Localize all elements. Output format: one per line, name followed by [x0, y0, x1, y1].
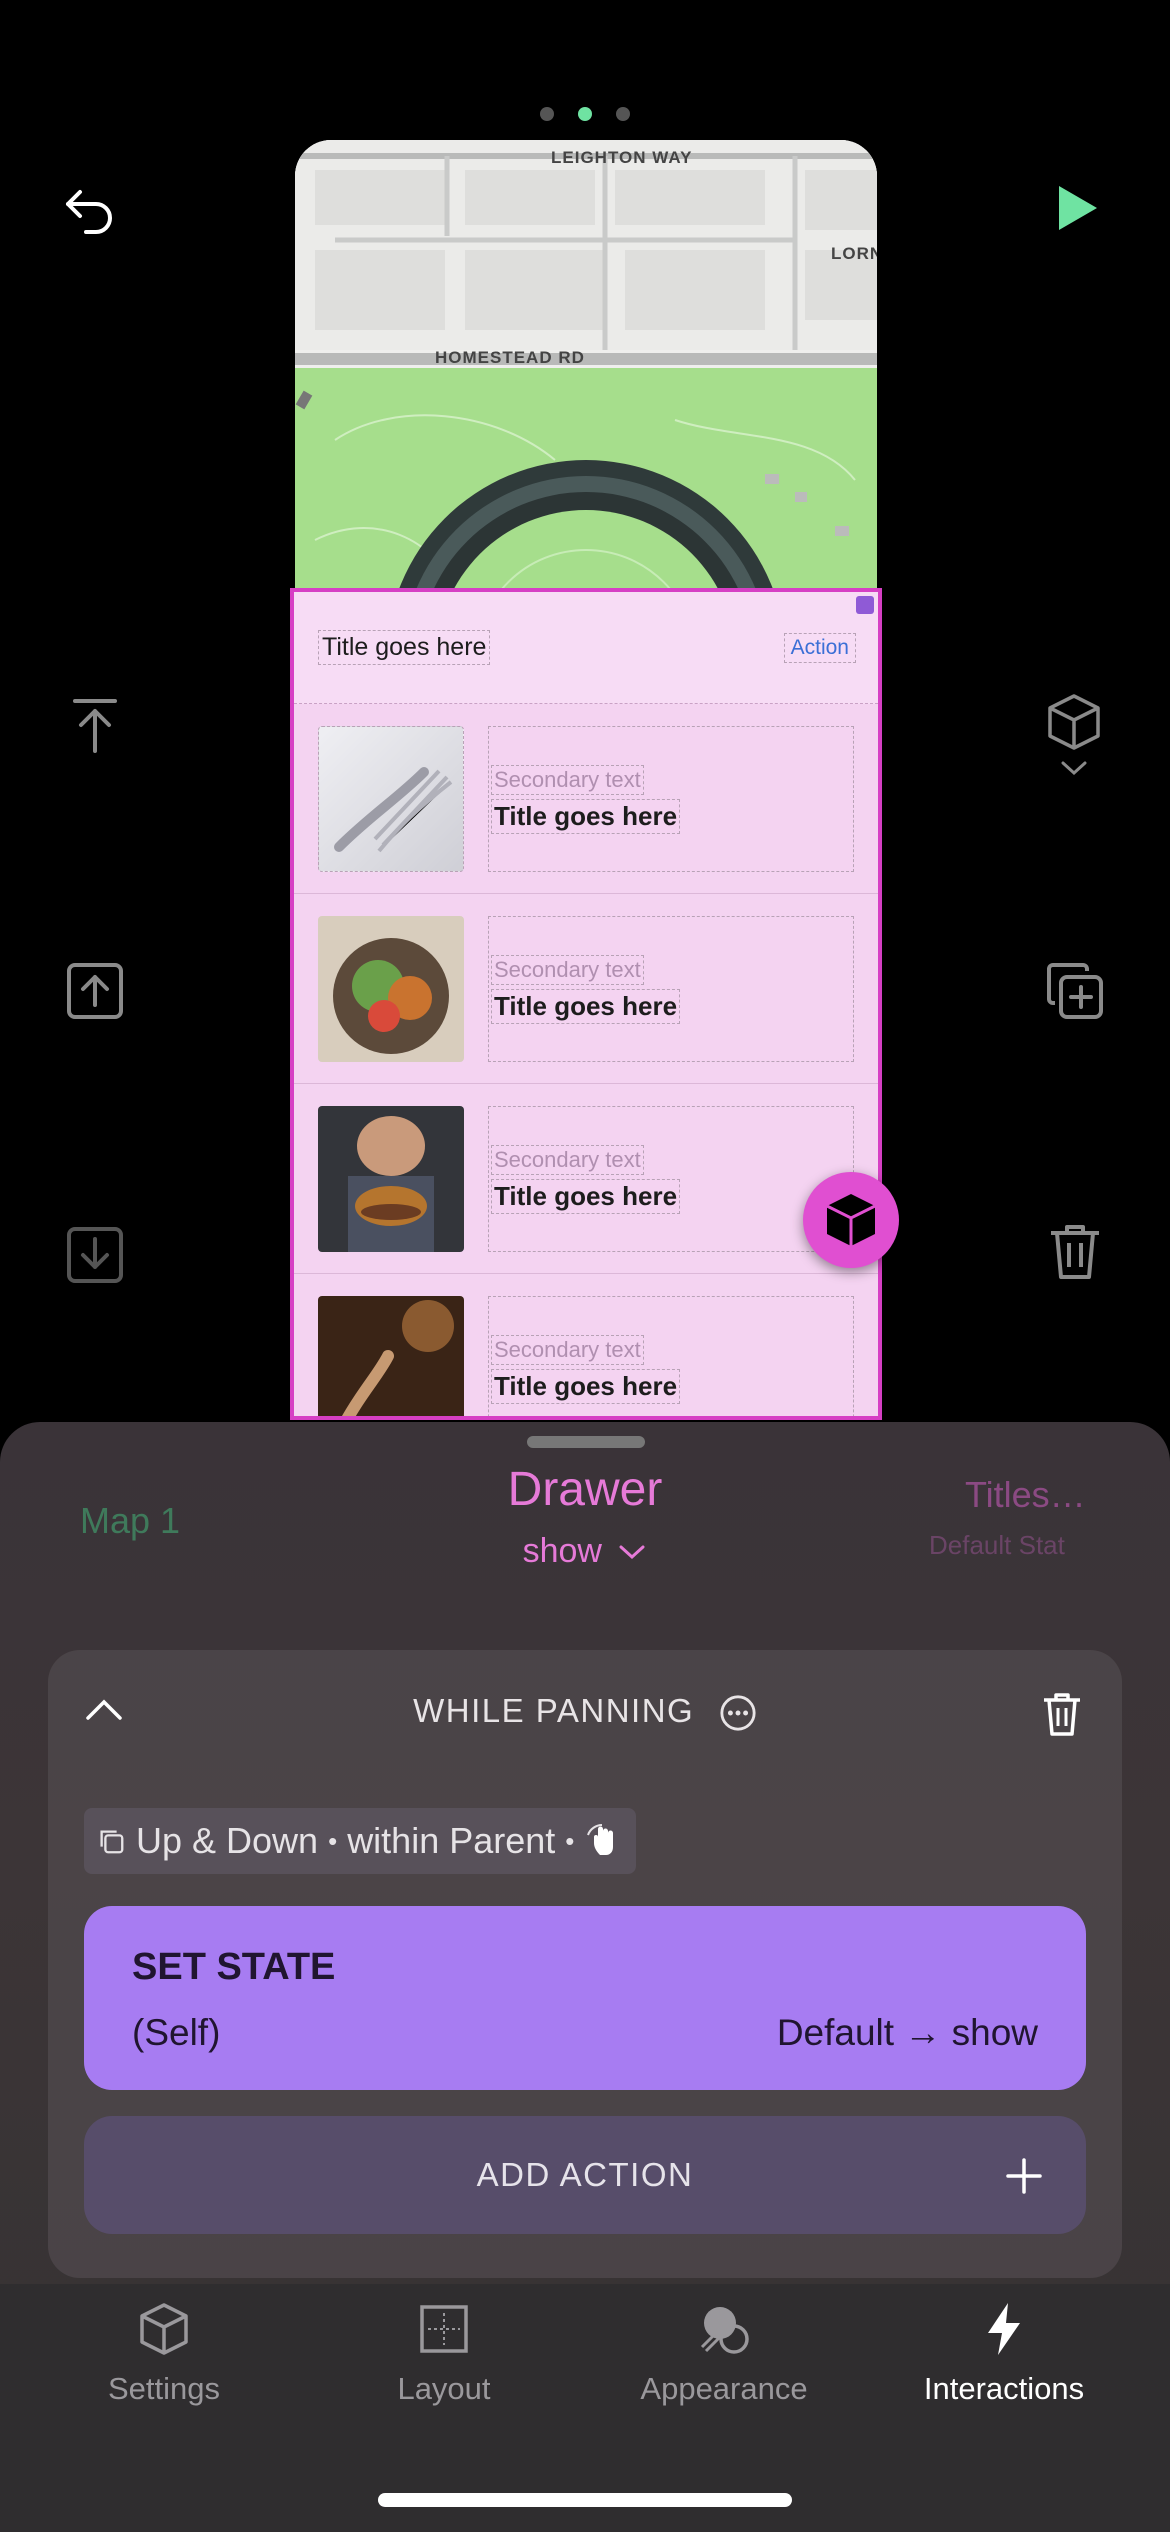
map-illustration [295, 140, 877, 590]
list-item[interactable]: Secondary text Title goes here [294, 894, 878, 1084]
trigger-label: WHILE PANNING [413, 1692, 695, 1729]
action-title: SET STATE [132, 1946, 336, 1988]
map-street-label: LEIGHTON WAY [551, 148, 693, 167]
list-item[interactable]: Secondary text Title goes here [294, 1274, 878, 1416]
component-fab[interactable] [803, 1172, 899, 1268]
list-item-secondary: Secondary text [491, 1144, 644, 1175]
trash-icon [1044, 1693, 1080, 1736]
list-item[interactable]: Secondary text Title goes here [294, 1084, 878, 1274]
list-item-title: Title goes here [491, 988, 681, 1024]
align-top-button[interactable] [60, 690, 130, 760]
plus-icon [1006, 2158, 1042, 2194]
list-item-text: Secondary text Title goes here [488, 1296, 854, 1416]
play-icon [1059, 186, 1097, 230]
more-options-icon[interactable] [719, 1694, 757, 1732]
list-item-title: Title goes here [491, 1178, 681, 1214]
component-button[interactable] [1036, 690, 1112, 800]
list-item-text: Secondary text Title goes here [488, 916, 854, 1062]
undo-button[interactable] [55, 175, 125, 245]
add-action-button[interactable]: ADD ACTION [84, 2116, 1086, 2234]
cube-icon [140, 2303, 188, 2355]
list-item-text: Secondary text Title goes here [488, 1106, 854, 1252]
map-street-label: HOMESTEAD RD [435, 348, 585, 367]
map-view[interactable]: LEIGHTON WAY HOMESTEAD RD LORN [295, 140, 877, 590]
page-dot-active[interactable] [578, 107, 592, 121]
tab-label: Interactions [923, 2371, 1085, 2406]
delete-interaction-button[interactable] [1040, 1690, 1084, 1743]
gesture-sep: • [565, 1825, 575, 1856]
page-dot[interactable] [540, 107, 554, 121]
list-item-text: Secondary text Title goes here [488, 726, 854, 872]
map-street-label: LORN [831, 244, 877, 263]
layer-next-state: Default Stat [929, 1530, 1065, 1560]
tab-settings[interactable]: Settings [24, 2284, 304, 2424]
duplicate-icon [1047, 963, 1103, 1019]
interaction-card: WHILE PANNING Up & Down • within Parent … [48, 1650, 1122, 2278]
interaction-badge-icon [856, 596, 874, 614]
chevron-down-icon [1061, 761, 1087, 776]
list-item[interactable]: Secondary text Title goes here [294, 704, 878, 894]
action-target: (Self) [132, 2012, 221, 2053]
tab-appearance[interactable]: Appearance [584, 2284, 864, 2424]
layout-grid-icon [420, 2305, 468, 2353]
appearance-icon [700, 2307, 749, 2354]
thumbnail-cutlery [318, 726, 464, 872]
trash-icon [1051, 1225, 1099, 1279]
play-button[interactable] [1040, 173, 1110, 243]
trash-button[interactable] [1040, 1216, 1110, 1286]
cube-icon [826, 1194, 876, 1246]
hand-gesture-icon [587, 1824, 614, 1855]
drawer-header-title[interactable]: Title goes here [318, 630, 491, 665]
page-indicator [530, 106, 640, 122]
action-transition: Default → show [776, 2012, 1038, 2053]
sheet-grabber[interactable] [527, 1436, 645, 1448]
gesture-settings[interactable]: Up & Down • within Parent • [84, 1808, 637, 1874]
trigger-row[interactable]: WHILE PANNING [48, 1692, 1122, 1732]
move-up-icon [67, 963, 123, 1019]
move-up-button[interactable] [60, 956, 130, 1026]
list-item-secondary: Secondary text [491, 764, 644, 795]
layer-next[interactable]: Titles… [965, 1474, 1086, 1516]
duplicate-button[interactable] [1040, 956, 1110, 1026]
thumbnail-salad [318, 916, 464, 1062]
undo-icon [66, 190, 112, 234]
move-down-button[interactable] [60, 1220, 130, 1290]
lightning-icon [988, 2303, 1020, 2355]
drawer-header: Title goes here Action [294, 592, 878, 704]
home-indicator[interactable] [378, 2493, 792, 2507]
move-down-icon [67, 1227, 123, 1283]
drawer-header-action[interactable]: Action [783, 632, 856, 663]
gesture-sep: • [328, 1825, 338, 1856]
tab-label: Settings [107, 2371, 220, 2406]
tab-interactions[interactable]: Interactions [864, 2284, 1144, 2424]
list-item-title: Title goes here [491, 798, 681, 834]
component-icon [1048, 694, 1100, 750]
add-action-label: ADD ACTION [476, 2156, 694, 2193]
set-state-action[interactable]: SET STATE (Self) Default → show [84, 1906, 1086, 2090]
list-item-title: Title goes here [491, 1368, 681, 1404]
list-item-secondary: Secondary text [491, 1334, 644, 1365]
tab-label: Appearance [640, 2371, 808, 2406]
thumbnail-burger [318, 1106, 464, 1252]
thumbnail-dining [318, 1296, 464, 1416]
align-top-icon [73, 699, 117, 753]
copy-icon [100, 1830, 124, 1854]
tab-label: Layout [397, 2371, 491, 2406]
tab-layout[interactable]: Layout [304, 2284, 584, 2424]
list-item-secondary: Secondary text [491, 954, 644, 985]
page-dot[interactable] [616, 107, 630, 121]
gesture-constraint: within Parent [347, 1820, 556, 1861]
gesture-direction: Up & Down [136, 1820, 319, 1861]
layer-state-label: show [522, 1532, 602, 1570]
drawer-component[interactable]: Title goes here Action Secondary text Ti… [290, 588, 882, 1420]
chevron-down-icon [619, 1545, 645, 1560]
